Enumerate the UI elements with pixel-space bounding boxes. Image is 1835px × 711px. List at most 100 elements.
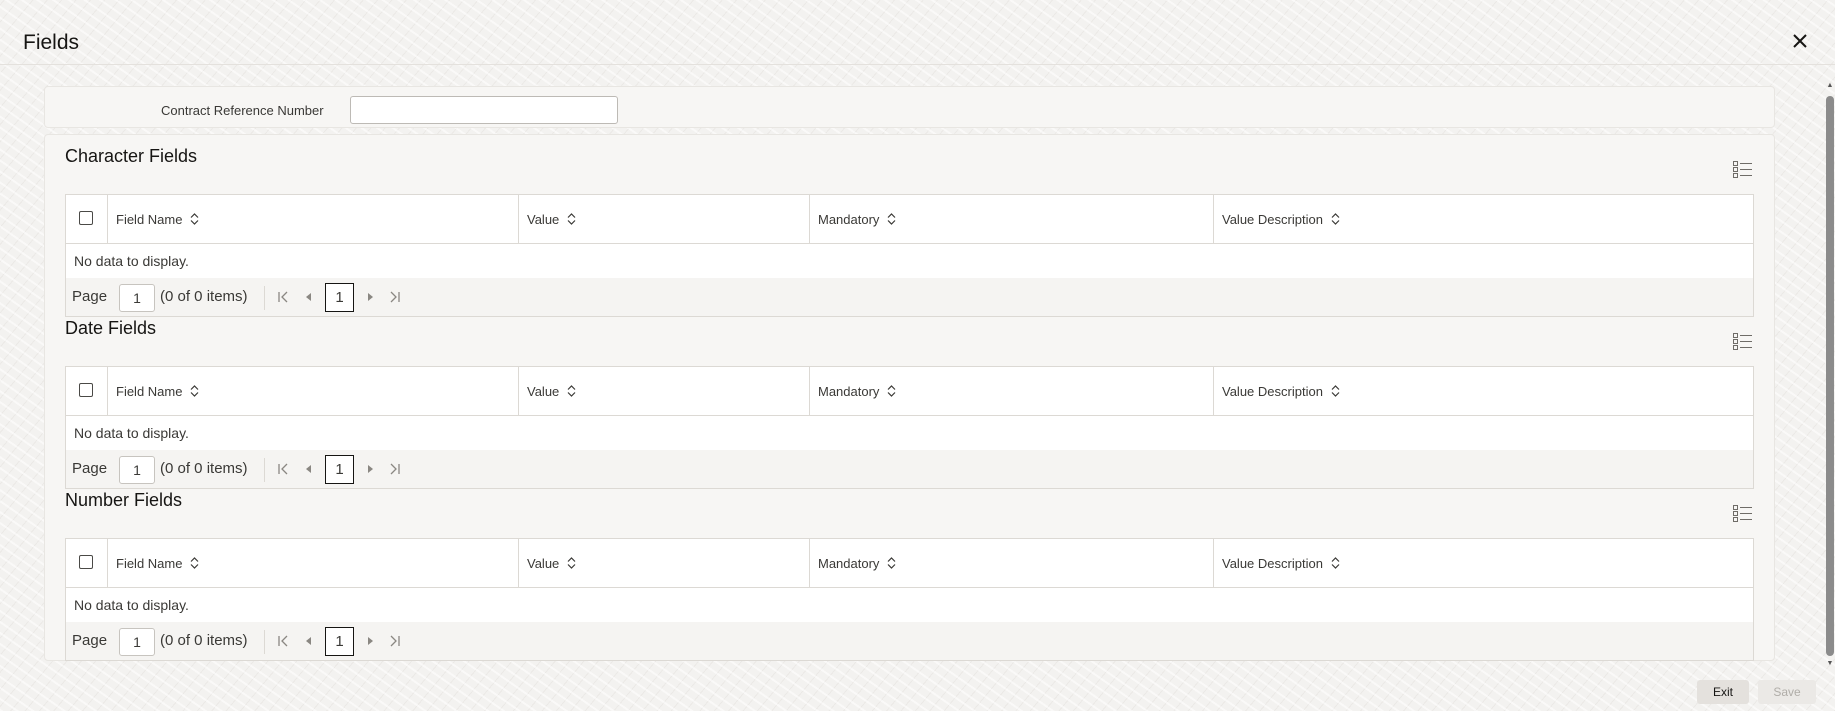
column-header-label: Value [527,383,560,399]
fields-table: Field Name Value Mandatory Value Descriptio… [65,538,1754,661]
first-page-icon [278,463,288,475]
sort-icon[interactable] [1331,557,1340,569]
fields-section: Date Fields Field Name Value Mandatory Valu… [45,318,1774,489]
item-count: (0 of 0 items) [160,288,248,305]
table-header: Field Name Value Mandatory Value Descriptio… [66,539,1753,588]
item-count: (0 of 0 items) [160,460,248,477]
select-all-checkbox[interactable] [79,383,93,397]
column-header-label: Field Name [116,383,183,399]
dialog-title: Fields [23,31,80,54]
column-header-mandatory[interactable]: Mandatory [818,367,896,415]
previous-page-button[interactable] [302,634,316,648]
scroll-down-arrow-icon[interactable]: ▼ [1826,660,1834,668]
last-page-button[interactable] [388,462,402,476]
previous-page-icon [306,465,311,473]
scroll-up-arrow-icon[interactable]: ▲ [1826,82,1834,90]
list-view-icon[interactable] [1733,333,1753,351]
column-divider [518,367,519,415]
next-page-button[interactable] [363,290,377,304]
column-header-field-name[interactable]: Field Name [116,195,199,243]
close-button[interactable] [1789,30,1811,52]
column-header-label: Value Description [1222,383,1323,399]
column-header-value-description[interactable]: Value Description [1222,539,1340,587]
sort-icon[interactable] [1331,213,1340,225]
next-page-button[interactable] [363,634,377,648]
column-header-value-description[interactable]: Value Description [1222,195,1340,243]
current-page-button[interactable]: 1 [325,283,354,312]
column-header-label: Field Name [116,555,183,571]
close-icon[interactable] [1789,30,1811,52]
first-page-button[interactable] [276,634,290,648]
select-all-checkbox[interactable] [79,555,93,569]
column-header-label: Value Description [1222,555,1323,571]
item-count: (0 of 0 items) [160,632,248,649]
column-header-value[interactable]: Value [527,195,576,243]
vertical-scrollbar[interactable]: ▲ ▼ [1825,82,1835,668]
previous-page-button[interactable] [302,462,316,476]
save-button[interactable]: Save [1758,680,1816,704]
sort-icon[interactable] [567,557,576,569]
sort-icon[interactable] [190,557,199,569]
next-page-button[interactable] [363,462,377,476]
sort-icon [567,213,576,225]
sort-icon[interactable] [567,385,576,397]
pagination-bar: Page 1 (0 of 0 items) 1 [66,278,1753,316]
previous-page-icon [306,637,311,645]
page-label: Page [72,460,108,477]
section-title: Date Fields [65,318,157,338]
no-data-message: No data to display. [66,588,1753,622]
list-view-icon[interactable] [1733,505,1753,523]
sort-icon[interactable] [887,557,896,569]
column-header-label: Mandatory [818,383,880,399]
sort-icon [191,385,199,397]
exit-button[interactable]: Exit [1697,680,1749,704]
column-header-value[interactable]: Value [527,367,576,415]
column-divider [518,539,519,587]
fields-sections-panel: Character Fields Field Name Value Mandator… [44,134,1775,661]
column-header-value[interactable]: Value [527,539,576,587]
column-divider [809,539,810,587]
column-divider [1213,539,1214,587]
sort-icon[interactable] [190,213,199,225]
current-page-button[interactable]: 1 [325,455,354,484]
sort-icon[interactable] [887,385,896,397]
column-header-label: Value Description [1222,211,1323,227]
last-page-button[interactable] [388,290,402,304]
sort-icon [191,557,199,569]
contract-reference-input[interactable] [350,96,618,124]
first-page-button[interactable] [276,290,290,304]
page-number-input[interactable]: 1 [119,456,155,484]
first-page-icon [278,635,288,647]
select-all-checkbox[interactable] [79,211,93,225]
dialog-header: Fields [0,0,1835,66]
next-page-icon [368,465,373,473]
sort-icon[interactable] [567,213,576,225]
sort-icon [191,213,199,225]
column-header-mandatory[interactable]: Mandatory [818,195,896,243]
section-title: Character Fields [65,146,198,166]
column-header-label: Value [527,555,560,571]
column-header-value-description[interactable]: Value Description [1222,367,1340,415]
column-divider [809,367,810,415]
sort-icon [887,557,896,569]
column-header-field-name[interactable]: Field Name [116,367,199,415]
page-number-input[interactable]: 1 [119,284,155,312]
sort-icon[interactable] [190,385,199,397]
table-header: Field Name Value Mandatory Value Descriptio… [66,367,1753,416]
next-page-icon [368,293,373,301]
page-number-input[interactable]: 1 [119,628,155,656]
previous-page-button[interactable] [302,290,316,304]
current-page-button[interactable]: 1 [325,627,354,656]
sort-icon[interactable] [887,213,896,225]
last-page-button[interactable] [388,634,402,648]
sort-icon[interactable] [1331,385,1340,397]
next-page-icon [368,637,373,645]
list-view-icon[interactable] [1733,161,1753,179]
column-header-mandatory[interactable]: Mandatory [818,539,896,587]
sort-icon [567,557,576,569]
column-divider [107,367,108,415]
first-page-button[interactable] [276,462,290,476]
scrollbar-thumb[interactable] [1826,96,1834,656]
first-page-icon [278,291,288,303]
column-header-field-name[interactable]: Field Name [116,539,199,587]
